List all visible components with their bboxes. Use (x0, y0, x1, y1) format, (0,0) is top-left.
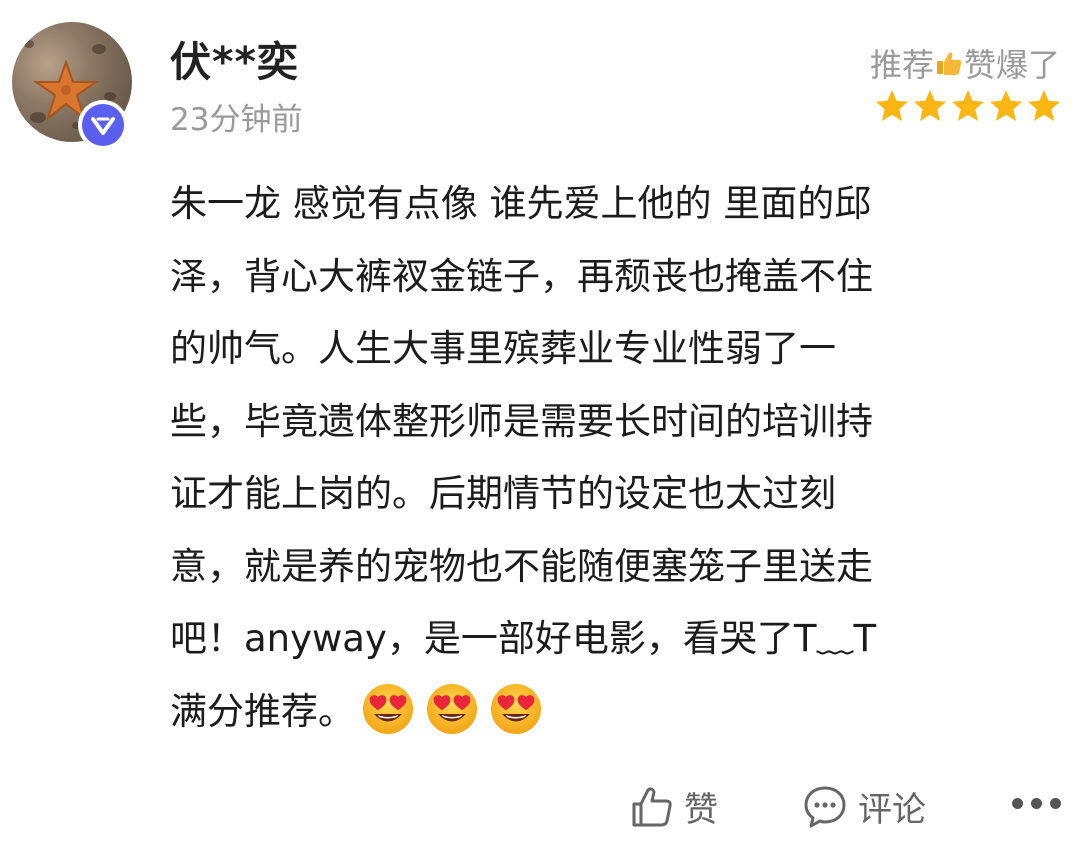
star-icon (952, 90, 984, 121)
heart-eyes-emoji-icon (363, 684, 413, 734)
avatar-texture (24, 40, 34, 48)
review-content-text: 证才能上岗的。后期情节的设定也太过刻 (170, 472, 836, 515)
review-content: 朱一龙 感觉有点像 谁先爱上他的 里面的邱 泽，背心大裤衩金链子，再颓丧也掩盖不住… (170, 168, 1050, 748)
review-content-line: 朱一龙 感觉有点像 谁先爱上他的 里面的邱 (170, 168, 1050, 241)
review-timestamp: 23分钟前 (170, 102, 303, 138)
star-rating (874, 88, 1062, 124)
review-content-text: 的帅气。人生大事里殡葬业专业性弱了一 (170, 327, 836, 370)
star-icon (1028, 90, 1060, 121)
review-content-line: 吧！anyway，是一部好电影，看哭了T﹏T (170, 603, 1050, 676)
more-dots-icon (1031, 798, 1042, 809)
emoji-group (361, 682, 543, 736)
review-content-line: 的帅气。人生大事里殡葬业专业性弱了一 (170, 313, 1050, 386)
like-label: 赞 (684, 790, 718, 830)
star-icon (914, 90, 946, 121)
rating-label-prefix: 推荐 (869, 46, 934, 84)
review-content-text: 吧！anyway，是一部好电影，看哭了T﹏T (170, 617, 877, 660)
like-button[interactable]: 赞 (630, 782, 718, 831)
review-content-line: 些，毕竟遗体整形师是需要长时间的培训持 (170, 386, 1050, 459)
star-icon (990, 90, 1022, 121)
rating-label-suffix: 赞爆了 (963, 46, 1060, 84)
avatar-texture (92, 44, 106, 54)
more-button[interactable] (1012, 798, 1061, 809)
comment-button[interactable]: 评论 (802, 782, 926, 831)
action-bar: 赞 评论 (0, 770, 1084, 840)
star-icon (876, 90, 908, 121)
review-content-line: 泽，背心大裤衩金链子，再颓丧也掩盖不住 (170, 241, 1050, 314)
more-dots-icon (1050, 798, 1061, 809)
comment-bubble-icon (804, 786, 846, 827)
review-content-line: 满分推荐。 (170, 676, 1050, 749)
thumbs-up-emoji-icon (936, 52, 962, 75)
review-content-text: 意，就是养的宠物也不能随便塞笼子里送走 (170, 544, 873, 588)
review-content-text: 朱一龙 感觉有点像 谁先爱上他的 里面的邱 (170, 182, 872, 225)
thumbs-up-icon (632, 786, 672, 826)
comment-label: 评论 (858, 790, 926, 830)
username[interactable]: 伏**奕 (170, 28, 299, 88)
review-content-text: 满分推荐。 (170, 689, 355, 733)
verified-badge-icon (91, 117, 115, 135)
rating-label: 推荐 赞爆了 (870, 40, 1060, 86)
review-content-line: 证才能上岗的。后期情节的设定也太过刻 (170, 458, 1050, 531)
review-content-text: 些，毕竟遗体整形师是需要长时间的培训持 (170, 399, 873, 443)
review-content-text: 泽，背心大裤衩金链子，再颓丧也掩盖不住 (170, 254, 873, 298)
heart-eyes-emoji-icon (491, 684, 541, 734)
heart-eyes-emoji-icon (427, 684, 477, 734)
verified-badge (78, 100, 128, 150)
review-content-line: 意，就是养的宠物也不能随便塞笼子里送走 (170, 531, 1050, 604)
more-dots-icon (1012, 798, 1023, 809)
